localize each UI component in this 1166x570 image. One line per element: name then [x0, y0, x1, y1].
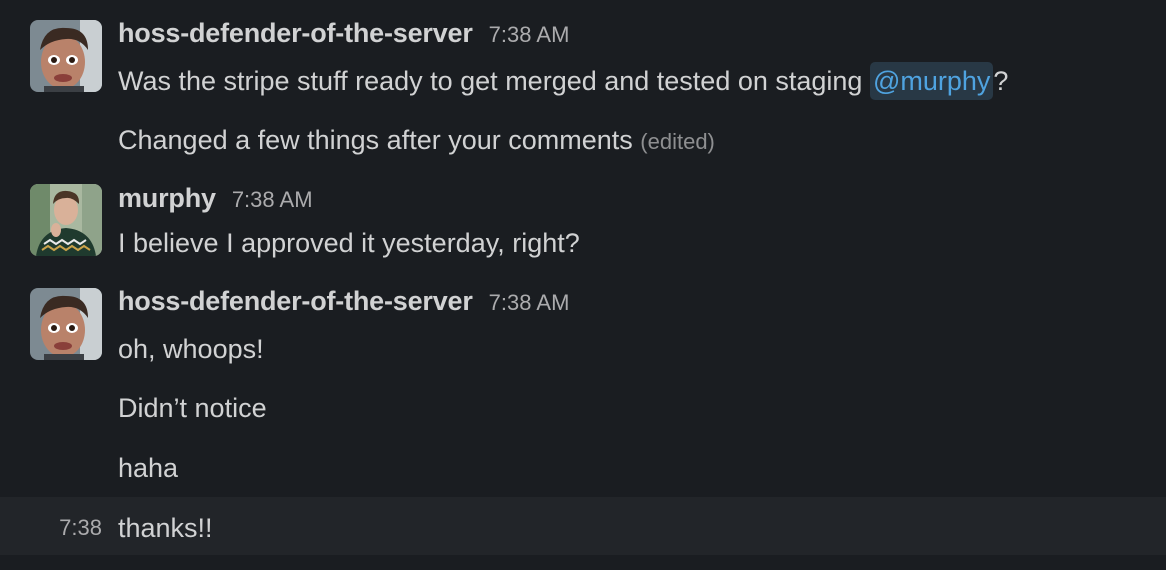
user-mention[interactable]: @murphy	[869, 62, 994, 100]
message-text: haha	[118, 453, 179, 483]
timestamp[interactable]: 7:38 AM	[232, 187, 313, 213]
message-header: hoss-defender-of-the-server 7:38 AM	[118, 286, 569, 320]
author-name[interactable]: hoss-defender-of-the-server	[118, 18, 473, 49]
message-text-part: Changed a few things after your comments	[118, 125, 641, 155]
message-text: oh, whoops!	[118, 334, 264, 364]
message-text: I believe I approved it yesterday, right…	[118, 228, 580, 258]
avatar-murphy[interactable]	[30, 184, 102, 256]
timestamp[interactable]: 7:38 AM	[489, 290, 570, 316]
edited-label: (edited)	[640, 129, 715, 154]
message-text: Changed a few things after your comments…	[118, 122, 715, 158]
message-text: thanks!!	[118, 513, 213, 543]
message-feed: hoss-defender-of-the-server 7:38 AM Was …	[0, 0, 1166, 570]
message-header: murphy 7:38 AM	[118, 183, 313, 217]
message-header: hoss-defender-of-the-server 7:38 AM	[118, 18, 569, 52]
avatar-hoss[interactable]	[30, 20, 102, 92]
avatar-hoss[interactable]	[30, 288, 102, 360]
message-text-part: Was the stripe stuff ready to get merged…	[118, 66, 870, 96]
message-text: Didn’t notice	[118, 393, 267, 423]
author-name[interactable]: hoss-defender-of-the-server	[118, 286, 473, 317]
author-name[interactable]: murphy	[118, 183, 216, 214]
message-text: Was the stripe stuff ready to get merged…	[118, 62, 1009, 100]
timestamp[interactable]: 7:38 AM	[489, 22, 570, 48]
message-text-part: ?	[993, 66, 1009, 96]
hover-timestamp[interactable]: 7:38	[59, 514, 102, 542]
